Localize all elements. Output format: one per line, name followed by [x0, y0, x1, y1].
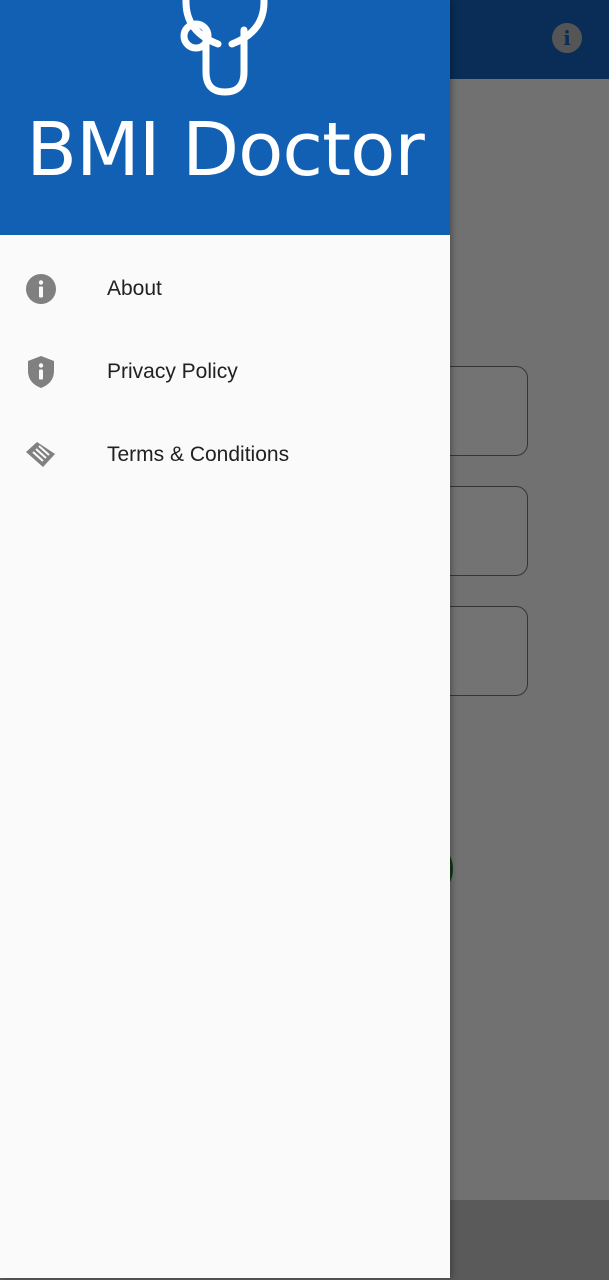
menu-item-label: Privacy Policy [107, 359, 238, 383]
info-icon [24, 272, 58, 306]
stethoscope-icon [180, 0, 268, 96]
menu-item-label: About [107, 276, 162, 300]
drawer-header: BMI Doctor [0, 0, 450, 235]
drawer-menu: About Privacy Policy Terms & Conditions [0, 247, 450, 496]
handshake-icon [24, 438, 58, 472]
shield-icon [24, 355, 58, 389]
menu-item-privacy-policy[interactable]: Privacy Policy [0, 330, 450, 413]
menu-item-terms-conditions[interactable]: Terms & Conditions [0, 413, 450, 496]
logo-text: BMI Doctor [26, 107, 425, 193]
menu-item-label: Terms & Conditions [107, 442, 290, 466]
menu-item-about[interactable]: About [0, 247, 450, 330]
navigation-drawer: BMI Doctor About Privacy Policy Terms & … [0, 0, 450, 1278]
